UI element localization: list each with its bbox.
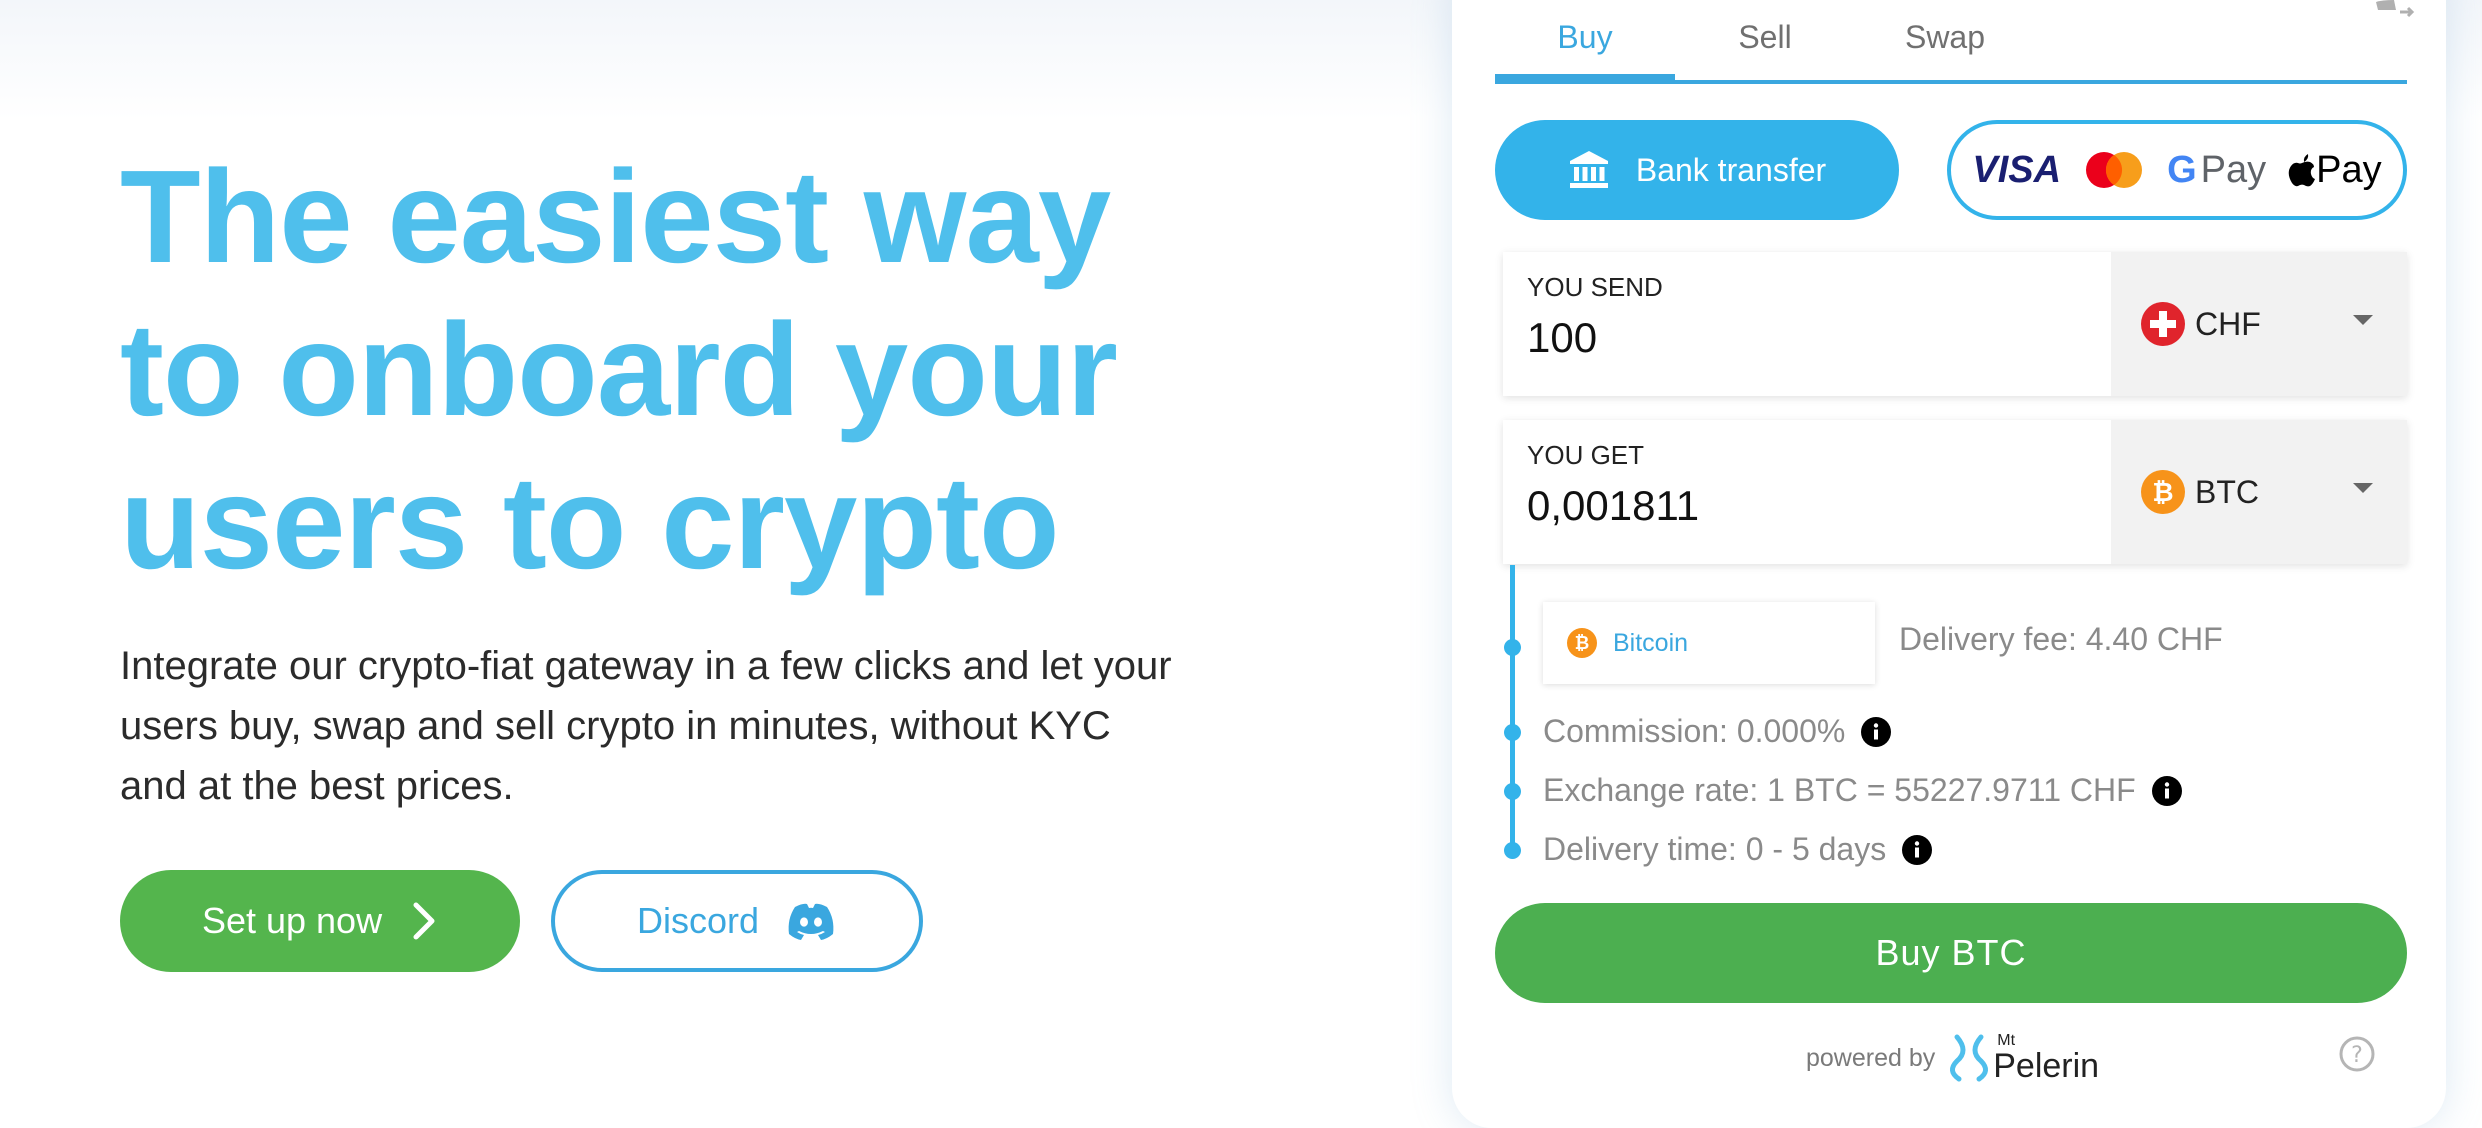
- brand-name: Mt Pelerin: [1993, 1033, 2100, 1085]
- google-pay-text: Pay: [2200, 148, 2267, 191]
- help-icon[interactable]: ?: [2338, 1035, 2376, 1073]
- tab-sell[interactable]: Sell: [1675, 0, 1855, 74]
- set-up-now-label: Set up now: [201, 900, 383, 941]
- powered-by-text: powered by: [1806, 1043, 1936, 1072]
- svg-text:₿: ₿: [2152, 478, 2173, 508]
- commission-text: Commission: 0.000%: [1543, 713, 1846, 749]
- exchange-rate-row: Exchange rate: 1 BTC = 55227.9711 CHF: [1543, 772, 2182, 809]
- network-select[interactable]: ₿ Bitcoin: [1543, 602, 1875, 684]
- info-icon[interactable]: [2151, 775, 2182, 806]
- card-payment-button[interactable]: VISA G Pay Pay: [1947, 120, 2407, 220]
- hero-description: Integrate our crypto-fiat gateway in a f…: [120, 644, 1172, 808]
- discord-button[interactable]: Discord: [551, 870, 923, 972]
- send-currency-select[interactable]: CHF: [2111, 252, 2407, 396]
- get-currency-code: BTC: [2195, 473, 2259, 510]
- send-currency-code: CHF: [2195, 305, 2261, 342]
- bank-icon: [1569, 151, 1608, 188]
- you-get-label: YOU GET: [1527, 440, 1645, 470]
- bank-transfer-label: Bank transfer: [1635, 151, 1827, 188]
- tab-swap-label: Swap: [1904, 18, 1986, 55]
- apple-pay-text: Pay: [2316, 148, 2382, 191]
- bitcoin-icon: ₿: [2141, 470, 2185, 514]
- you-get-amount-input[interactable]: 0,001811: [1527, 482, 1699, 530]
- you-send-amount-input[interactable]: 100: [1527, 314, 1597, 362]
- chevron-down-icon: [2353, 315, 2373, 325]
- network-label: Bitcoin: [1613, 628, 1689, 657]
- delivery-fee: Delivery fee: 4.40 CHF: [1899, 621, 2223, 658]
- widget-tabs: Buy Sell Swap: [1495, 0, 2407, 86]
- you-get-field[interactable]: YOU GET 0,001811 ₿ BTC: [1503, 420, 2407, 564]
- you-send-field[interactable]: YOU SEND 100 CHF: [1503, 252, 2407, 396]
- timeline-dot: [1504, 724, 1521, 741]
- svg-text:₿: ₿: [1575, 633, 1590, 654]
- swiss-flag-icon: [2141, 302, 2185, 346]
- apple-logo-icon: [2288, 154, 2316, 187]
- apple-pay-icon: Pay: [2288, 148, 2382, 192]
- visa-icon: VISA: [1972, 148, 2062, 191]
- discord-icon: [788, 903, 834, 940]
- powered-by: powered by Mt Pelerin: [1806, 1030, 2099, 1086]
- exchange-rate-text: Exchange rate: 1 BTC = 55227.9711 CHF: [1543, 772, 2136, 808]
- timeline-dot: [1504, 783, 1521, 800]
- info-icon[interactable]: [1861, 716, 1892, 747]
- set-up-now-button[interactable]: Set up now: [120, 870, 520, 972]
- mastercard-icon: [2086, 152, 2143, 188]
- delivery-time-row: Delivery time: 0 - 5 days: [1543, 831, 1933, 868]
- mt-pelerin-logo-icon: [1950, 1034, 1989, 1082]
- hero-title: The easiest way to onboard your users to…: [120, 140, 1380, 599]
- bank-transfer-button[interactable]: Bank transfer: [1495, 120, 1899, 220]
- timeline-dot: [1504, 639, 1521, 656]
- tab-buy-label: Buy: [1557, 18, 1613, 55]
- hero-title-line-2: to onboard your: [120, 296, 1118, 443]
- delivery-time-text: Delivery time: 0 - 5 days: [1543, 831, 1887, 867]
- svg-text:?: ?: [2351, 1043, 2363, 1068]
- tab-active-indicator: [1495, 74, 1675, 84]
- timeline-line: [1510, 565, 1515, 851]
- tab-buy[interactable]: Buy: [1495, 0, 1675, 74]
- chevron-down-icon: [2353, 483, 2373, 493]
- hero-title-line-1: The easiest way: [120, 143, 1111, 290]
- info-icon[interactable]: [1902, 834, 1933, 865]
- brand-big-text: Pelerin: [1993, 1047, 2100, 1085]
- commission-row: Commission: 0.000%: [1543, 713, 1892, 750]
- hero-title-line-3: users to crypto: [120, 449, 1060, 596]
- tab-swap[interactable]: Swap: [1855, 0, 2035, 74]
- bitcoin-icon: ₿: [1567, 628, 1597, 658]
- buy-btc-button[interactable]: Buy BTC: [1495, 903, 2407, 1003]
- delivery-fee-text: Delivery fee: 4.40 CHF: [1899, 621, 2223, 657]
- google-pay-icon: G Pay: [2167, 149, 2266, 192]
- buy-btc-label: Buy BTC: [1875, 932, 2027, 973]
- timeline-dot: [1504, 842, 1521, 859]
- tab-sell-label: Sell: [1738, 18, 1792, 55]
- discord-label: Discord: [636, 900, 760, 941]
- get-currency-select[interactable]: ₿ BTC: [2111, 420, 2407, 564]
- google-g: G: [2167, 148, 2197, 191]
- logout-icon[interactable]: [2374, 0, 2416, 22]
- you-send-label: YOU SEND: [1527, 272, 1663, 302]
- chevron-right-icon: [413, 902, 435, 940]
